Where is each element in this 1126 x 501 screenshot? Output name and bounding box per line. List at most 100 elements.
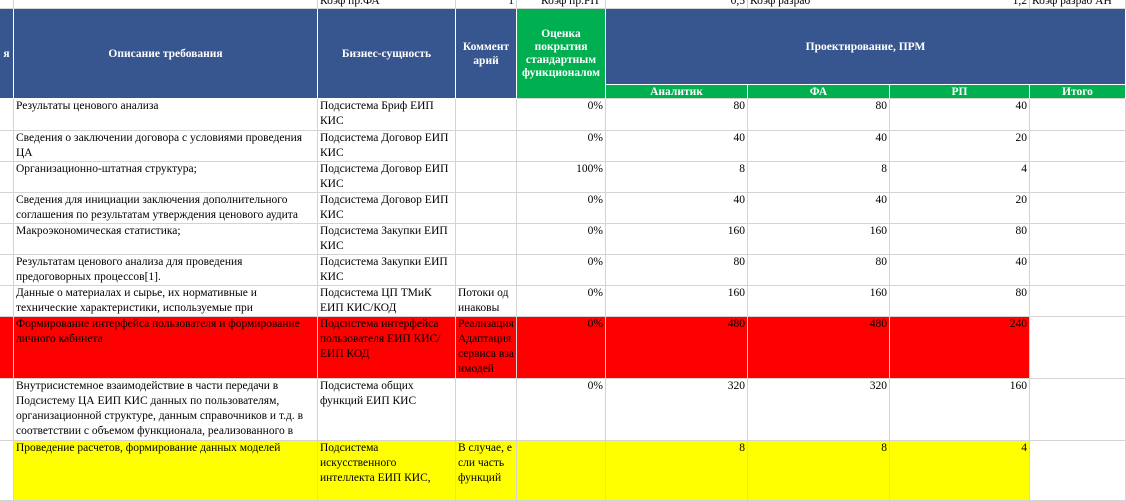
requirement-description-cell[interactable]: Результатам ценового анализа для проведе… [14,255,318,286]
fa-hours-cell[interactable]: 320 [748,379,890,441]
subheader-total[interactable]: Итого [1030,85,1126,99]
business-entity-cell[interactable]: Подсистема Бриф ЕИП КИС [318,99,456,131]
coverage-cell[interactable]: 0% [517,193,606,224]
row-index-cell[interactable] [0,99,14,131]
subheader-rp[interactable]: РП [890,85,1030,99]
fa-hours-cell[interactable]: 160 [748,224,890,255]
header-design[interactable]: Проектирование, ПРМ [606,9,1126,85]
requirement-description-cell[interactable]: Макроэкономическая статистика; [14,224,318,255]
comment-cell[interactable] [456,255,517,286]
total-cell[interactable] [1030,131,1126,162]
analyst-hours-cell[interactable]: 160 [606,224,748,255]
total-cell[interactable] [1030,286,1126,317]
coverage-cell[interactable]: 0% [517,379,606,441]
business-entity-cell[interactable]: Подсистема Закупки ЕИП КИС [318,224,456,255]
rp-hours-cell[interactable]: 20 [890,131,1030,162]
top-coef-fa-label[interactable]: Коэф пр.ФА [318,0,456,9]
header-comment[interactable]: Коммент арий [456,9,517,99]
requirement-description-cell[interactable]: Организационно-штатная структура; [14,162,318,193]
rp-hours-cell[interactable]: 80 [890,286,1030,317]
business-entity-cell[interactable]: Подсистема искусственного интеллекта ЕИП… [318,441,456,501]
business-entity-cell[interactable]: Подсистема Закупки ЕИП КИС [318,255,456,286]
rp-hours-cell[interactable]: 4 [890,441,1030,501]
header-coverage[interactable]: Оценка покрытия стандартным функционалом [517,9,606,99]
analyst-hours-cell[interactable]: 40 [606,193,748,224]
business-entity-cell[interactable]: Подсистема интерфейса пользователя ЕИП К… [318,317,456,379]
fa-hours-cell[interactable]: 480 [748,317,890,379]
row-index-cell[interactable] [0,224,14,255]
row-index-cell[interactable] [0,193,14,224]
total-cell[interactable] [1030,224,1126,255]
coverage-cell[interactable]: 0% [517,286,606,317]
total-cell[interactable] [1030,441,1126,501]
analyst-hours-cell[interactable]: 160 [606,286,748,317]
top-coef-dev-an-label[interactable]: Коэф разраб АН [1030,0,1126,9]
coverage-cell[interactable]: 0% [517,255,606,286]
rp-hours-cell[interactable]: 40 [890,99,1030,131]
row-index-cell[interactable] [0,131,14,162]
coverage-cell[interactable]: 100% [517,162,606,193]
total-cell[interactable] [1030,162,1126,193]
subheader-fa[interactable]: ФА [748,85,890,99]
row-index-cell[interactable] [0,441,14,501]
total-cell[interactable] [1030,255,1126,286]
header-entity[interactable]: Бизнес-сущность [318,9,456,99]
total-cell[interactable] [1030,193,1126,224]
comment-cell[interactable] [456,131,517,162]
requirement-description-cell[interactable]: Внутрисистемное взаимодействие в части п… [14,379,318,441]
business-entity-cell[interactable]: Подсистема Договор ЕИП КИС [318,131,456,162]
row-index-cell[interactable] [0,317,14,379]
requirement-description-cell[interactable]: Формирование интерфейса пользователя и ф… [14,317,318,379]
rp-hours-cell[interactable]: 240 [890,317,1030,379]
business-entity-cell[interactable]: Подсистема Договор ЕИП КИС [318,162,456,193]
analyst-hours-cell[interactable]: 40 [606,131,748,162]
row-index-cell[interactable] [0,162,14,193]
analyst-hours-cell[interactable]: 8 [606,441,748,501]
top-coef-dev-label[interactable]: Коэф разраб [748,0,890,9]
requirement-description-cell[interactable]: Сведения для инициации заключения дополн… [14,193,318,224]
fa-hours-cell[interactable]: 8 [748,162,890,193]
analyst-hours-cell[interactable]: 80 [606,99,748,131]
coverage-cell[interactable]: 0% [517,224,606,255]
business-entity-cell[interactable]: Подсистема ЦП ТМиК ЕИП КИС/КОД [318,286,456,317]
analyst-hours-cell[interactable]: 480 [606,317,748,379]
comment-cell[interactable]: В случае, если часть функций [456,441,517,501]
row-index-cell[interactable] [0,379,14,441]
row-index-cell[interactable] [0,286,14,317]
comment-cell[interactable]: Реализация Адаптация сервиса взаимодей [456,317,517,379]
coverage-cell[interactable]: 0% [517,131,606,162]
requirement-description-cell[interactable]: Результаты ценового анализа [14,99,318,131]
comment-cell[interactable] [456,162,517,193]
requirement-description-cell[interactable]: Сведения о заключении договора с условия… [14,131,318,162]
business-entity-cell[interactable]: Подсистема общих функций ЕИП КИС [318,379,456,441]
total-cell[interactable] [1030,99,1126,131]
coverage-cell[interactable]: 0% [517,99,606,131]
fa-hours-cell[interactable]: 160 [748,286,890,317]
fa-hours-cell[interactable]: 8 [748,441,890,501]
comment-cell[interactable]: Потоки одинаковы [456,286,517,317]
requirement-description-cell[interactable]: Данные о материалах и сырье, их норматив… [14,286,318,317]
subheader-analyst[interactable]: Аналитик [606,85,748,99]
top-coef-fa-value[interactable]: 1 [456,0,517,9]
fa-hours-cell[interactable]: 40 [748,193,890,224]
top-coef-rp-value[interactable]: 0,5 [606,0,748,9]
header-first-col[interactable]: я [0,9,14,99]
top-coef-dev-value[interactable]: 1,2 [890,0,1030,9]
comment-cell[interactable] [456,224,517,255]
fa-hours-cell[interactable]: 80 [748,255,890,286]
total-cell[interactable] [1030,379,1126,441]
comment-cell[interactable] [456,99,517,131]
analyst-hours-cell[interactable]: 320 [606,379,748,441]
rp-hours-cell[interactable]: 80 [890,224,1030,255]
rp-hours-cell[interactable]: 4 [890,162,1030,193]
header-description[interactable]: Описание требования [14,9,318,99]
row-index-cell[interactable] [0,255,14,286]
analyst-hours-cell[interactable]: 80 [606,255,748,286]
comment-cell[interactable] [456,193,517,224]
coverage-cell[interactable]: 0% [517,317,606,379]
top-cell-b[interactable] [14,0,318,9]
coverage-cell[interactable] [517,441,606,501]
fa-hours-cell[interactable]: 40 [748,131,890,162]
comment-cell[interactable] [456,379,517,441]
business-entity-cell[interactable]: Подсистема Договор ЕИП КИС [318,193,456,224]
